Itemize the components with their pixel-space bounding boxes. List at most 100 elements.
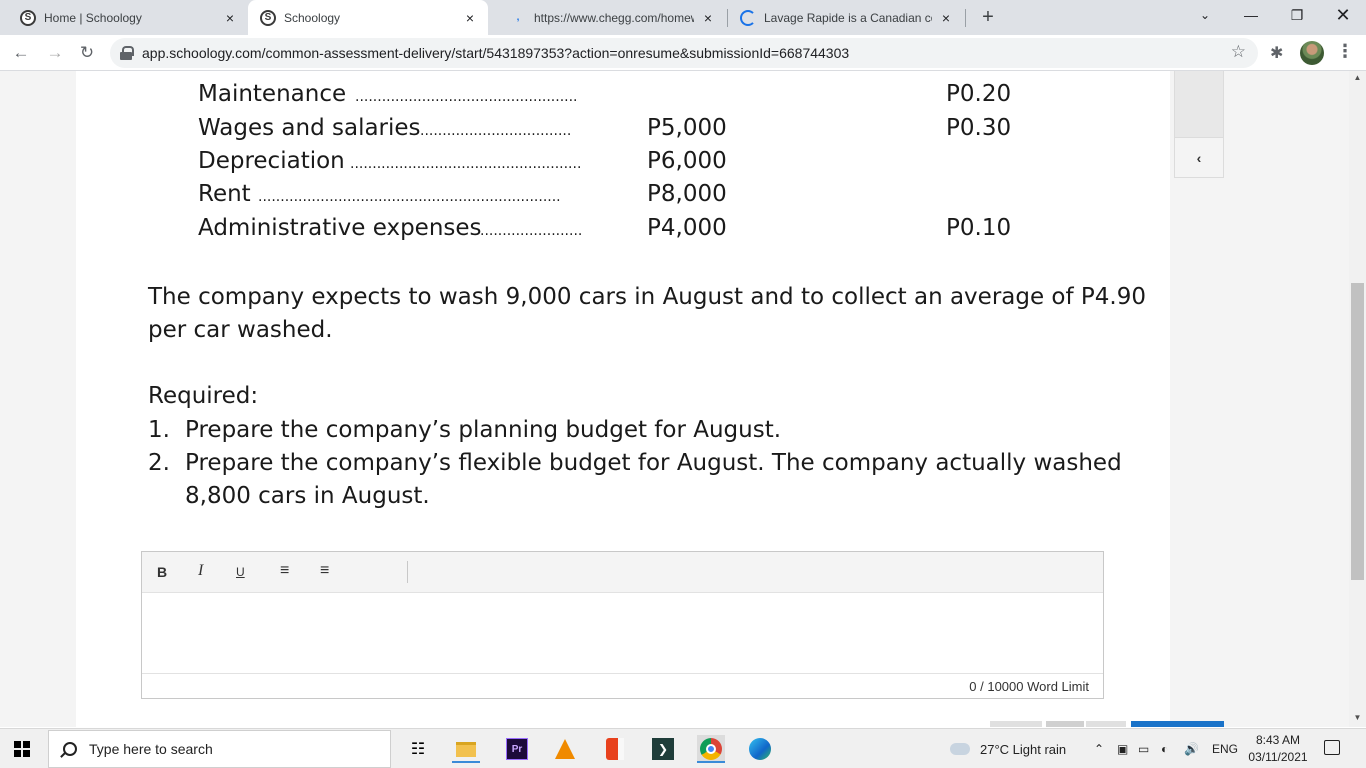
address-bar[interactable]: app.schoology.com/common-assessment-deli… — [110, 38, 1258, 68]
premiere-pro-icon[interactable]: Pr — [503, 735, 531, 763]
tab-search-chevron-icon[interactable]: ⌄ — [1182, 0, 1228, 32]
close-icon[interactable]: × — [938, 10, 954, 26]
close-icon[interactable]: × — [700, 10, 716, 26]
edge-icon[interactable] — [746, 735, 774, 763]
language-indicator[interactable]: ENG — [1212, 729, 1238, 768]
required-item-text: Prepare the company’s flexible budget fo… — [185, 450, 1122, 476]
browser-toolbar: ← → ↻ app.schoology.com/common-assessmen… — [0, 35, 1366, 71]
chrome-icon[interactable] — [697, 735, 725, 763]
windows-start-icon[interactable] — [14, 741, 30, 757]
paragraph-line: per car washed. — [148, 317, 333, 343]
fixed-cost: P4,000 — [647, 215, 727, 241]
tab-chegg[interactable]: , https://www.chegg.com/homewo × — [498, 0, 726, 35]
leader-dots: ........................................… — [258, 189, 560, 205]
tab-home-schoology[interactable]: S Home | Schoology × — [8, 0, 248, 35]
cost-label: Wages and salaries — [198, 115, 421, 141]
editor-toolbar: B I U ≡ ≡ — [142, 552, 1103, 593]
taskbar-search-box[interactable]: Type here to search — [48, 730, 391, 768]
nav-button-partial[interactable] — [990, 721, 1042, 727]
variable-cost: P0.30 — [946, 115, 1012, 141]
submit-button-partial[interactable] — [1131, 721, 1224, 727]
bold-button[interactable]: B — [157, 564, 167, 580]
schoology-icon: S — [260, 9, 276, 26]
nav-button-partial[interactable] — [1086, 721, 1126, 727]
close-icon[interactable]: × — [462, 10, 478, 26]
tab-title: Home | Schoology — [44, 10, 142, 25]
game-app-icon[interactable]: ❯ — [649, 735, 677, 763]
chegg-icon: , — [516, 12, 520, 23]
required-item-text: Prepare the company’s planning budget fo… — [185, 417, 782, 443]
file-explorer-icon[interactable] — [452, 735, 480, 763]
kebab-menu-icon[interactable]: ⋮ — [1336, 41, 1354, 62]
battery-icon[interactable]: ▭ — [1138, 729, 1149, 768]
vlc-icon[interactable] — [551, 735, 579, 763]
url-text[interactable]: app.schoology.com/common-assessment-deli… — [142, 45, 849, 61]
tab-schoology[interactable]: S Schoology × — [248, 0, 488, 35]
weather-text: 27°C Light rain — [980, 741, 1067, 757]
back-arrow-icon[interactable]: ← — [8, 40, 34, 66]
page-scrollbar[interactable]: ▲ ▼ — [1349, 71, 1366, 727]
scroll-down-arrow-icon[interactable]: ▼ — [1349, 713, 1366, 722]
loading-icon — [740, 9, 756, 26]
leader-dots: ....................... — [480, 223, 582, 239]
scroll-up-arrow-icon[interactable]: ▲ — [1349, 73, 1366, 82]
bulleted-list-icon[interactable]: ≡ — [280, 562, 289, 580]
weather-widget[interactable]: 27°C Light rain — [950, 729, 1066, 768]
collapse-panel-button[interactable]: ‹ — [1174, 137, 1224, 178]
leader-dots: ........................................… — [355, 89, 578, 105]
underline-button[interactable]: U — [236, 565, 245, 579]
profile-avatar[interactable] — [1300, 41, 1324, 65]
clock-time: 8:43 AM — [1255, 733, 1301, 747]
cost-label: Administrative expenses — [198, 215, 482, 241]
numbered-list-icon[interactable]: ≡ — [320, 562, 329, 580]
volume-icon[interactable]: 🔊 — [1184, 729, 1199, 768]
search-icon — [63, 742, 77, 756]
meet-now-icon[interactable]: ▣ — [1117, 729, 1128, 768]
editor-footer: 0 / 10000 Word Limit — [142, 673, 1103, 699]
tab-title: Schoology — [284, 10, 341, 25]
new-tab-button[interactable]: + — [976, 5, 1000, 29]
toolbar-divider — [407, 561, 408, 583]
weather-cloud-icon — [950, 743, 970, 755]
required-item-number: 1. — [148, 417, 170, 443]
extensions-puzzle-icon[interactable]: ✱ — [1270, 43, 1283, 63]
minimize-icon[interactable]: — — [1228, 0, 1274, 32]
required-item-number: 2. — [148, 450, 170, 476]
notification-center-icon[interactable] — [1324, 740, 1340, 755]
paragraph-line: The company expects to wash 9,000 cars i… — [148, 284, 1146, 310]
scrollbar-thumb[interactable] — [1351, 283, 1364, 580]
forward-arrow-icon[interactable]: → — [42, 40, 68, 66]
tab-strip: S Home | Schoology × S Schoology × , htt… — [0, 0, 1366, 35]
restore-icon[interactable]: ❐ — [1274, 0, 1320, 32]
nav-button-partial[interactable] — [1046, 721, 1084, 727]
leader-dots: ........................................… — [350, 156, 582, 172]
required-heading: Required: — [148, 383, 259, 409]
tab-title: https://www.chegg.com/homewo — [534, 10, 694, 25]
cost-label: Depreciation — [198, 148, 345, 174]
clock-date: 03/11/2021 — [1248, 750, 1308, 764]
tab-lavage-rapide[interactable]: Lavage Rapide is a Canadian com × — [728, 0, 964, 35]
fixed-cost: P8,000 — [647, 181, 727, 207]
close-icon[interactable]: × — [222, 10, 238, 26]
answer-textarea[interactable] — [142, 593, 1103, 673]
task-view-icon[interactable]: ☷ — [404, 735, 432, 763]
schoology-icon: S — [20, 9, 36, 26]
fixed-cost: P6,000 — [647, 148, 727, 174]
variable-cost: P0.20 — [946, 81, 1012, 107]
word-limit-counter: 0 / 10000 Word Limit — [969, 679, 1089, 694]
cost-label: Maintenance — [198, 81, 347, 107]
office-icon[interactable] — [601, 735, 629, 763]
network-icon[interactable]: ◐ — [1161, 729, 1168, 768]
search-placeholder: Type here to search — [89, 741, 213, 757]
lock-icon — [120, 46, 134, 60]
required-item-text: 8,800 cars in August. — [185, 483, 430, 509]
italic-button[interactable]: I — [198, 562, 203, 580]
reload-icon[interactable]: ↻ — [74, 40, 100, 66]
show-hidden-icons-chevron-icon[interactable]: ⌃ — [1094, 729, 1104, 768]
fixed-cost: P5,000 — [647, 115, 727, 141]
window-close-icon[interactable]: ✕ — [1320, 0, 1366, 32]
taskbar-clock[interactable]: 8:43 AM 03/11/2021 — [1246, 732, 1310, 766]
tab-separator — [965, 9, 966, 27]
page-viewport: Maintenance ............................… — [0, 71, 1366, 727]
bookmark-star-icon[interactable]: ☆ — [1231, 42, 1246, 62]
